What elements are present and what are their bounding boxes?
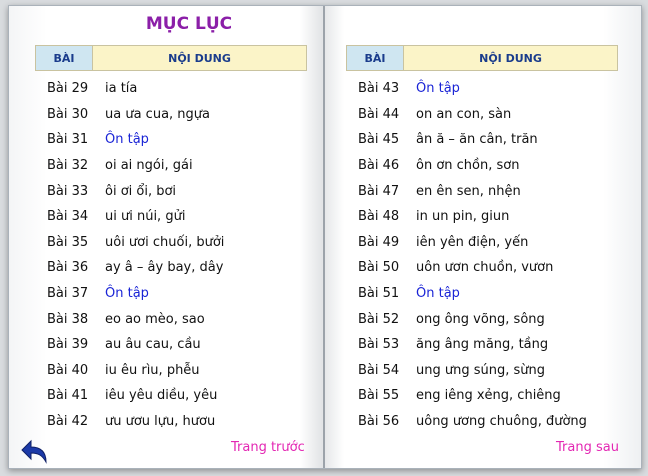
lesson-content: ôi ơi ổi, bơi xyxy=(105,183,177,199)
lesson-content: ân ă – ăn cân, trăn xyxy=(416,132,538,148)
lesson-content: ôn ơn chồn, sơn xyxy=(416,158,520,174)
lesson-number: Bài 32 xyxy=(47,158,89,174)
lesson-number: Bài 30 xyxy=(47,106,89,122)
lesson-item[interactable]: Bài 52 ong ông võng, sông xyxy=(346,306,616,332)
lesson-number: Bài 48 xyxy=(358,209,400,225)
lesson-item[interactable]: Bài 36 ay â – ây bay, dây xyxy=(35,255,305,281)
lesson-item[interactable]: Bài 38 eo ao mèo, sao xyxy=(35,306,305,332)
lesson-item[interactable]: Bài 53 ăng âng măng, tầng xyxy=(346,332,616,358)
lesson-number: Bài 47 xyxy=(358,183,400,199)
lesson-number: Bài 35 xyxy=(47,234,89,250)
lesson-item[interactable]: Bài 47 en ên sen, nhện xyxy=(346,178,616,204)
review-lesson-item[interactable]: Bài 51 Ôn tập xyxy=(346,281,616,307)
lesson-item[interactable]: Bài 42 ưu ươu lựu, hươu xyxy=(35,409,305,435)
header-content: NỘI DUNG xyxy=(168,51,231,65)
lesson-number: Bài 37 xyxy=(47,286,89,302)
open-book: MỤC LỤC BÀI NỘI DUNG BÀI NỘI DUNG Bài 29… xyxy=(8,5,642,469)
lesson-content: ong ông võng, sông xyxy=(416,311,545,327)
lesson-content: Ôn tập xyxy=(416,286,460,302)
page-title: MỤC LỤC xyxy=(145,14,233,34)
right-lesson-list: Bài 43 Ôn tập Bài 44 on an con, sàn Bài 45 ân… xyxy=(346,76,616,434)
lesson-number: Bài 44 xyxy=(358,106,400,122)
lesson-content: Ôn tập xyxy=(105,286,149,302)
lesson-number: Bài 51 xyxy=(358,286,400,302)
lesson-content: ay â – ây bay, dây xyxy=(105,260,224,276)
lesson-content: uôi ươi chuối, bưởi xyxy=(105,234,225,250)
lesson-item[interactable]: Bài 41 iêu yêu diều, yêu xyxy=(35,383,305,409)
review-lesson-item[interactable]: Bài 43 Ôn tập xyxy=(346,76,616,102)
lesson-content: ua ưa cua, ngựa xyxy=(105,106,210,122)
lesson-content: uông ương chuông, đường xyxy=(416,414,587,430)
lesson-number: Bài 56 xyxy=(358,414,400,430)
lesson-content: in un pin, giun xyxy=(416,209,510,225)
lesson-number: Bài 39 xyxy=(47,337,89,353)
lesson-content: ia tía xyxy=(105,81,138,97)
lesson-item[interactable]: Bài 55 eng iêng xẻng, chiêng xyxy=(346,383,616,409)
lesson-number: Bài 49 xyxy=(358,234,400,250)
lesson-number: Bài 42 xyxy=(47,414,89,430)
lesson-number: Bài 53 xyxy=(358,337,400,353)
lesson-item[interactable]: Bài 30 ua ưa cua, ngựa xyxy=(35,102,305,128)
lesson-item[interactable]: Bài 40 iu êu rìu, phễu xyxy=(35,358,305,384)
lesson-number: Bài 46 xyxy=(358,158,400,174)
header-lesson: BÀI xyxy=(347,46,404,70)
lesson-number: Bài 45 xyxy=(358,132,400,148)
lesson-number: Bài 40 xyxy=(47,362,89,378)
lesson-number: Bài 33 xyxy=(47,183,89,199)
lesson-content: eo ao mèo, sao xyxy=(105,311,205,327)
prev-page-link[interactable]: Trang trước xyxy=(231,440,305,455)
back-arrow-icon[interactable] xyxy=(20,437,50,467)
left-lesson-list: Bài 29 ia tía Bài 30 ua ưa cua, ngựa Bài 31 Ô… xyxy=(35,76,305,434)
lesson-number: Bài 34 xyxy=(47,209,89,225)
lesson-item[interactable]: Bài 45 ân ă – ăn cân, trăn xyxy=(346,127,616,153)
right-table-header: BÀI NỘI DUNG xyxy=(346,45,618,71)
lesson-item[interactable]: Bài 33 ôi ơi ổi, bơi xyxy=(35,178,305,204)
left-table-header: BÀI NỘI DUNG xyxy=(35,45,307,71)
lesson-content: au âu cau, cầu xyxy=(105,337,201,353)
lesson-item[interactable]: Bài 49 iên yên điện, yến xyxy=(346,230,616,256)
lesson-item[interactable]: Bài 39 au âu cau, cầu xyxy=(35,332,305,358)
lesson-content: en ên sen, nhện xyxy=(416,183,521,199)
lesson-item[interactable]: Bài 32 oi ai ngói, gái xyxy=(35,153,305,179)
review-lesson-item[interactable]: Bài 31 Ôn tập xyxy=(35,127,305,153)
lesson-item[interactable]: Bài 44 on an con, sàn xyxy=(346,102,616,128)
lesson-content: ăng âng măng, tầng xyxy=(416,337,549,353)
lesson-content: ung ưng súng, sừng xyxy=(416,362,545,378)
lesson-number: Bài 52 xyxy=(358,311,400,327)
header-content: NỘI DUNG xyxy=(479,51,542,65)
lesson-number: Bài 43 xyxy=(358,81,400,97)
lesson-number: Bài 55 xyxy=(358,388,400,404)
lesson-number: Bài 41 xyxy=(47,388,89,404)
lesson-item[interactable]: Bài 54 ung ưng súng, sừng xyxy=(346,358,616,384)
lesson-item[interactable]: Bài 50 uôn ươn chuồn, vươn xyxy=(346,255,616,281)
lesson-number: Bài 38 xyxy=(47,311,89,327)
lesson-content: iu êu rìu, phễu xyxy=(105,362,200,378)
lesson-content: oi ai ngói, gái xyxy=(105,158,193,174)
lesson-content: iêu yêu diều, yêu xyxy=(105,388,218,404)
lesson-item[interactable]: Bài 48 in un pin, giun xyxy=(346,204,616,230)
lesson-content: eng iêng xẻng, chiêng xyxy=(416,388,561,404)
next-page-link[interactable]: Trang sau xyxy=(556,440,619,455)
lesson-number: Bài 31 xyxy=(47,132,89,148)
lesson-number: Bài 50 xyxy=(358,260,400,276)
lesson-item[interactable]: Bài 46 ôn ơn chồn, sơn xyxy=(346,153,616,179)
lesson-content: iên yên điện, yến xyxy=(416,234,529,250)
lesson-content: ui ưi núi, gửi xyxy=(105,209,186,225)
lesson-item[interactable]: Bài 29 ia tía xyxy=(35,76,305,102)
review-lesson-item[interactable]: Bài 37 Ôn tập xyxy=(35,281,305,307)
lesson-content: Ôn tập xyxy=(416,81,460,97)
lesson-item[interactable]: Bài 34 ui ưi núi, gửi xyxy=(35,204,305,230)
lesson-content: on an con, sàn xyxy=(416,106,512,122)
lesson-number: Bài 29 xyxy=(47,81,89,97)
lesson-item[interactable]: Bài 35 uôi ươi chuối, bưởi xyxy=(35,230,305,256)
lesson-number: Bài 54 xyxy=(358,362,400,378)
lesson-content: ưu ươu lựu, hươu xyxy=(105,414,216,430)
lesson-content: uôn ươn chuồn, vươn xyxy=(416,260,554,276)
header-lesson: BÀI xyxy=(36,46,93,70)
lesson-content: Ôn tập xyxy=(105,132,149,148)
lesson-number: Bài 36 xyxy=(47,260,89,276)
lesson-item[interactable]: Bài 56 uông ương chuông, đường xyxy=(346,409,616,435)
